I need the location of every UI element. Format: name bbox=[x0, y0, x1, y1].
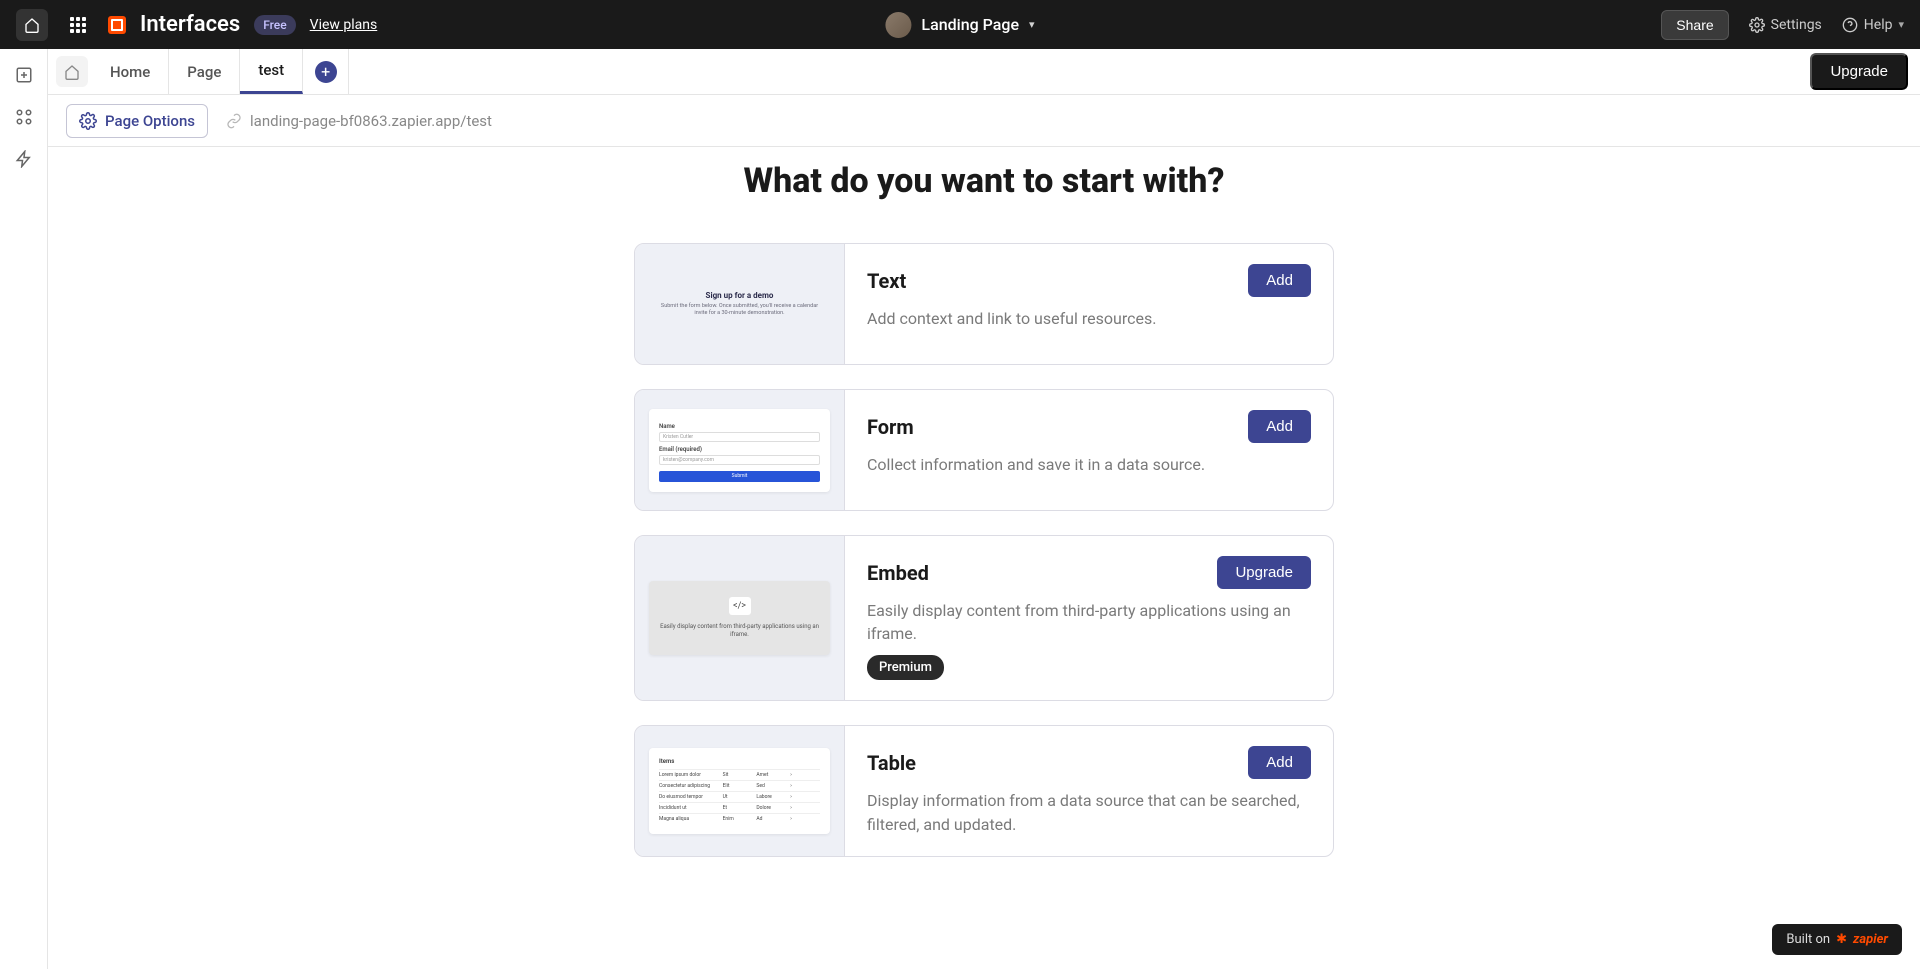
help-label: Help bbox=[1864, 17, 1893, 33]
tab-page[interactable]: Page bbox=[169, 49, 240, 94]
card-preview: Items Lorem ipsum dolorSitAmet› Consecte… bbox=[635, 726, 845, 855]
tabs-row: Home Page test + Upgrade bbox=[48, 49, 1920, 95]
gear-icon bbox=[1749, 17, 1765, 33]
page-options-button[interactable]: Page Options bbox=[66, 104, 208, 138]
settings-link[interactable]: Settings bbox=[1749, 17, 1822, 33]
components-icon[interactable] bbox=[14, 107, 34, 127]
tab-home-icon[interactable] bbox=[56, 56, 88, 87]
card-preview: Name Kristen Cutler Email (required) kri… bbox=[635, 390, 845, 510]
card-form: Name Kristen Cutler Email (required) kri… bbox=[634, 389, 1334, 511]
options-row: Page Options landing-page-bf0863.zapier.… bbox=[48, 95, 1920, 147]
card-embed: </> Easily display content from third-pa… bbox=[634, 535, 1334, 701]
zapier-logo-icon bbox=[108, 16, 126, 34]
content-heading: What do you want to start with? bbox=[48, 161, 1920, 201]
zapier-wordmark: zapier bbox=[1853, 932, 1888, 947]
side-rail bbox=[0, 49, 48, 969]
tab-test[interactable]: test bbox=[240, 49, 303, 94]
content-area: What do you want to start with? Sign up … bbox=[48, 147, 1920, 969]
apps-grid-icon[interactable] bbox=[62, 9, 94, 41]
chevron-down-icon[interactable]: ▾ bbox=[1029, 18, 1035, 31]
card-desc: Collect information and save it in a dat… bbox=[867, 453, 1311, 476]
share-button[interactable]: Share bbox=[1661, 10, 1728, 40]
card-preview: Sign up for a demo Submit the form below… bbox=[635, 244, 845, 364]
built-on-badge[interactable]: Built on ✱ zapier bbox=[1772, 924, 1902, 955]
card-desc: Display information from a data source t… bbox=[867, 789, 1311, 835]
plan-badge: Free bbox=[254, 15, 295, 35]
chevron-down-icon: ▾ bbox=[1898, 18, 1904, 31]
upgrade-button[interactable]: Upgrade bbox=[1810, 53, 1908, 90]
view-plans-link[interactable]: View plans bbox=[310, 17, 378, 33]
home-icon-button[interactable] bbox=[16, 9, 48, 41]
link-icon bbox=[226, 113, 242, 129]
page-options-label: Page Options bbox=[105, 112, 195, 130]
avatar[interactable] bbox=[885, 12, 911, 38]
card-table: Items Lorem ipsum dolorSitAmet› Consecte… bbox=[634, 725, 1334, 856]
add-panel-icon[interactable] bbox=[14, 65, 34, 85]
add-table-button[interactable]: Add bbox=[1248, 746, 1311, 779]
card-preview: </> Easily display content from third-pa… bbox=[635, 536, 845, 700]
topbar: Interfaces Free View plans Landing Page … bbox=[0, 0, 1920, 49]
page-url-text: landing-page-bf0863.zapier.app/test bbox=[250, 112, 492, 130]
add-tab: + bbox=[303, 49, 349, 94]
add-form-button[interactable]: Add bbox=[1248, 410, 1311, 443]
automation-icon[interactable] bbox=[14, 149, 34, 169]
help-icon bbox=[1842, 17, 1858, 33]
settings-label: Settings bbox=[1771, 17, 1822, 33]
card-text: Sign up for a demo Submit the form below… bbox=[634, 243, 1334, 365]
tab-home[interactable]: Home bbox=[92, 49, 169, 94]
upgrade-embed-button[interactable]: Upgrade bbox=[1217, 556, 1311, 589]
built-on-label: Built on bbox=[1786, 932, 1830, 947]
card-title: Table bbox=[867, 751, 916, 775]
brand-name: Interfaces bbox=[140, 12, 240, 37]
card-desc: Add context and link to useful resources… bbox=[867, 307, 1311, 330]
page-url[interactable]: landing-page-bf0863.zapier.app/test bbox=[226, 112, 492, 130]
help-link[interactable]: Help ▾ bbox=[1842, 17, 1904, 33]
add-tab-button[interactable]: + bbox=[315, 61, 337, 83]
card-title: Form bbox=[867, 415, 914, 439]
card-title: Embed bbox=[867, 561, 929, 585]
premium-badge: Premium bbox=[867, 655, 944, 680]
add-text-button[interactable]: Add bbox=[1248, 264, 1311, 297]
page-title[interactable]: Landing Page bbox=[921, 15, 1019, 34]
card-desc: Easily display content from third-party … bbox=[867, 599, 1311, 645]
code-icon: </> bbox=[729, 597, 751, 615]
card-title: Text bbox=[867, 269, 906, 293]
